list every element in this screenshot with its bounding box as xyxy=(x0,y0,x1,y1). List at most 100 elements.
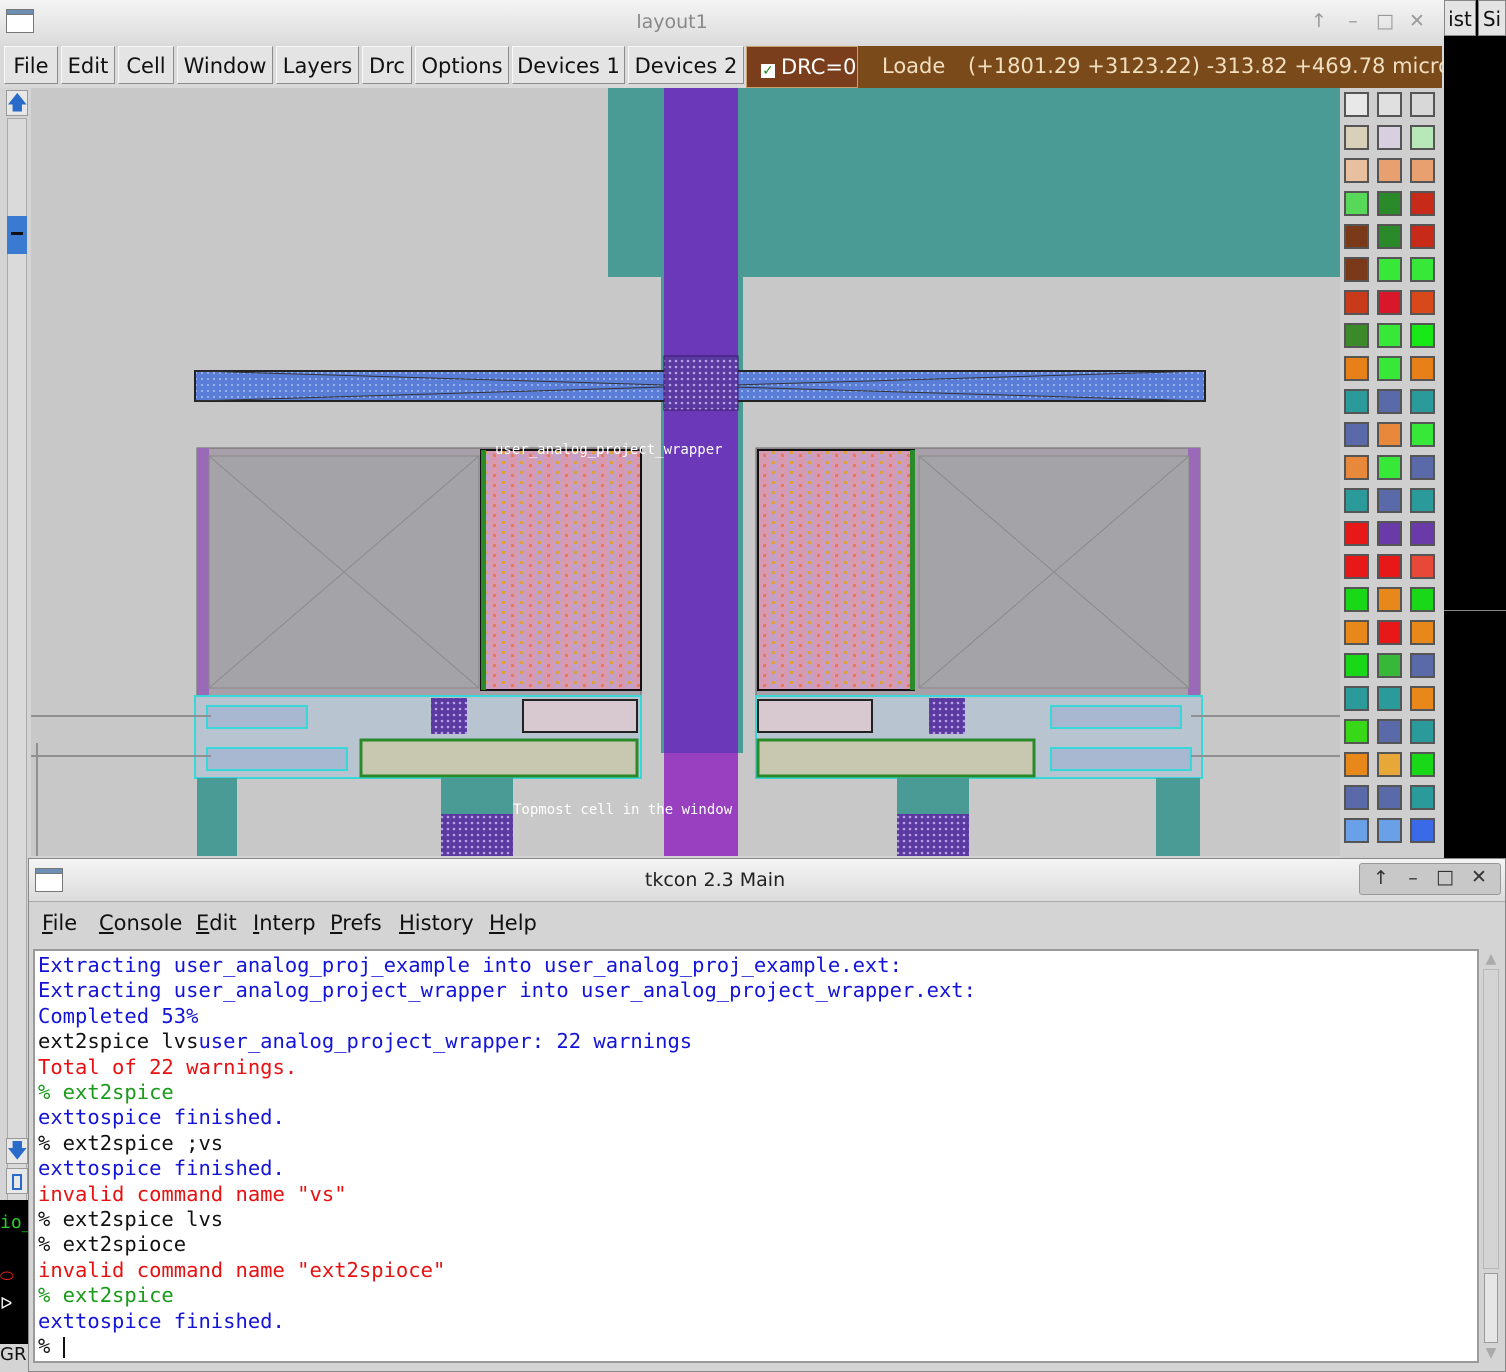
layer-swatch-icon[interactable] xyxy=(1410,191,1435,216)
layer-swatch-icon[interactable] xyxy=(1410,686,1435,711)
layer-swatch-icon[interactable] xyxy=(1410,125,1435,150)
layer-swatch-icon[interactable] xyxy=(1377,686,1402,711)
layer-swatch-icon[interactable] xyxy=(1377,488,1402,513)
menu-devices-2[interactable]: Devices 2 xyxy=(628,46,744,84)
layer-swatch-icon[interactable] xyxy=(1344,224,1369,249)
close-icon[interactable]: ✕ xyxy=(1404,10,1430,32)
tkcon-menu-edit[interactable]: Edit xyxy=(196,911,237,935)
menu-layers[interactable]: Layers xyxy=(276,46,359,84)
layer-swatch-icon[interactable] xyxy=(1410,323,1435,348)
layer-swatch-icon[interactable] xyxy=(1344,488,1369,513)
layer-swatch-icon[interactable] xyxy=(1410,455,1435,480)
layout-canvas[interactable]: user_analog_project_wrapper Topmost cell… xyxy=(31,88,1340,856)
scroll-thumb[interactable] xyxy=(7,216,27,254)
layer-swatch-icon[interactable] xyxy=(1377,752,1402,777)
maximize-icon[interactable]: □ xyxy=(1372,10,1398,32)
tkcon-menu-interp[interactable]: Interp xyxy=(253,911,316,935)
menu-devices-1[interactable]: Devices 1 xyxy=(512,46,625,84)
layer-swatch-icon[interactable] xyxy=(1344,92,1369,117)
layer-swatch-icon[interactable] xyxy=(1377,818,1402,843)
scroll-thumb[interactable] xyxy=(1484,1273,1498,1343)
layer-swatch-icon[interactable] xyxy=(1377,389,1402,414)
layer-swatch-icon[interactable] xyxy=(1377,125,1402,150)
scroll-up-arrow-icon[interactable]: ▲ xyxy=(1483,951,1499,967)
layer-swatch-icon[interactable] xyxy=(1410,92,1435,117)
layer-swatch-icon[interactable] xyxy=(1377,653,1402,678)
layer-swatch-icon[interactable] xyxy=(1377,554,1402,579)
layer-swatch-icon[interactable] xyxy=(1344,422,1369,447)
layer-swatch-icon[interactable] xyxy=(1410,356,1435,381)
layer-swatch-icon[interactable] xyxy=(1410,290,1435,315)
layer-swatch-icon[interactable] xyxy=(1377,587,1402,612)
layer-swatch-icon[interactable] xyxy=(1377,455,1402,480)
layout-vertical-scrollbar[interactable]: 🡅 🡇 xyxy=(4,88,31,1228)
layer-swatch-icon[interactable] xyxy=(1410,587,1435,612)
scroll-down-arrow-icon[interactable]: 🡇 xyxy=(6,1138,28,1164)
layer-swatch-icon[interactable] xyxy=(1410,224,1435,249)
tkcon-menu-console[interactable]: Console xyxy=(99,911,182,935)
layer-swatch-icon[interactable] xyxy=(1344,752,1369,777)
sim-tab[interactable]: Si xyxy=(1478,0,1506,36)
layer-swatch-icon[interactable] xyxy=(1344,158,1369,183)
netlist-tab[interactable]: ist xyxy=(1444,0,1476,36)
checkbox-checked-icon[interactable]: ✓ xyxy=(761,64,775,78)
layer-swatch-icon[interactable] xyxy=(1344,653,1369,678)
layer-swatch-icon[interactable] xyxy=(1410,620,1435,645)
layer-swatch-icon[interactable] xyxy=(1410,257,1435,282)
layer-swatch-icon[interactable] xyxy=(1410,389,1435,414)
layer-swatch-icon[interactable] xyxy=(1344,686,1369,711)
layer-swatch-icon[interactable] xyxy=(1410,653,1435,678)
tkcon-menu-prefs[interactable]: Prefs xyxy=(330,911,382,935)
window-menu-icon[interactable] xyxy=(35,868,63,892)
menu-cell[interactable]: Cell xyxy=(118,46,174,84)
layer-swatch-icon[interactable] xyxy=(1344,785,1369,810)
layer-swatch-icon[interactable] xyxy=(1410,488,1435,513)
layer-swatch-icon[interactable] xyxy=(1410,158,1435,183)
layer-swatch-icon[interactable] xyxy=(1410,785,1435,810)
layer-swatch-icon[interactable] xyxy=(1377,785,1402,810)
layer-swatch-icon[interactable] xyxy=(1344,554,1369,579)
layer-swatch-icon[interactable] xyxy=(1344,323,1369,348)
scroll-down-arrow-icon[interactable]: ▼ xyxy=(1483,1345,1499,1361)
menu-window[interactable]: Window xyxy=(177,46,273,84)
menu-options[interactable]: Options xyxy=(415,46,509,84)
layer-swatch-icon[interactable] xyxy=(1377,422,1402,447)
layer-swatch-icon[interactable] xyxy=(1377,92,1402,117)
layer-swatch-icon[interactable] xyxy=(1410,521,1435,546)
raise-icon[interactable]: ↑ xyxy=(1368,867,1394,889)
layer-swatch-icon[interactable] xyxy=(1344,125,1369,150)
layer-swatch-icon[interactable] xyxy=(1377,257,1402,282)
drc-toggle[interactable]: ✓ DRC=0 xyxy=(746,46,858,88)
minimize-icon[interactable]: – xyxy=(1340,10,1366,32)
layer-swatch-icon[interactable] xyxy=(1410,719,1435,744)
layer-swatch-icon[interactable] xyxy=(1377,158,1402,183)
tkcon-menu-file[interactable]: File xyxy=(42,911,77,935)
layer-swatch-icon[interactable] xyxy=(1410,554,1435,579)
layer-swatch-icon[interactable] xyxy=(1344,620,1369,645)
layer-swatch-icon[interactable] xyxy=(1344,587,1369,612)
window-menu-icon[interactable] xyxy=(6,9,34,33)
layer-swatch-icon[interactable] xyxy=(1344,818,1369,843)
console-output[interactable]: Extracting user_analog_proj_example into… xyxy=(33,949,1479,1363)
raise-icon[interactable]: ↑ xyxy=(1306,10,1332,32)
layer-swatch-icon[interactable] xyxy=(1344,389,1369,414)
layer-swatch-icon[interactable] xyxy=(1344,191,1369,216)
menu-edit[interactable]: Edit xyxy=(61,46,115,84)
magic-title-bar[interactable]: layout1 ↑ – □ ✕ xyxy=(0,0,1444,45)
tkcon-title-bar[interactable]: tkcon 2.3 Main ↑ – □ ✕ xyxy=(29,859,1505,902)
layer-swatch-icon[interactable] xyxy=(1377,290,1402,315)
minimize-icon[interactable]: – xyxy=(1400,867,1426,889)
tkcon-menu-history[interactable]: History xyxy=(399,911,474,935)
layer-swatch-icon[interactable] xyxy=(1344,521,1369,546)
tkcon-menu-help[interactable]: Help xyxy=(489,911,537,935)
layer-swatch-icon[interactable] xyxy=(1344,455,1369,480)
menu-file[interactable]: File xyxy=(4,46,58,84)
layer-swatch-icon[interactable] xyxy=(1377,191,1402,216)
scroll-up-arrow-icon[interactable]: 🡅 xyxy=(6,90,28,116)
scroll-track[interactable] xyxy=(7,118,27,1228)
layer-swatch-icon[interactable] xyxy=(1344,356,1369,381)
layer-swatch-icon[interactable] xyxy=(1410,818,1435,843)
layer-swatch-icon[interactable] xyxy=(1344,719,1369,744)
zoom-box-icon[interactable] xyxy=(6,1168,28,1194)
layer-swatch-icon[interactable] xyxy=(1344,290,1369,315)
